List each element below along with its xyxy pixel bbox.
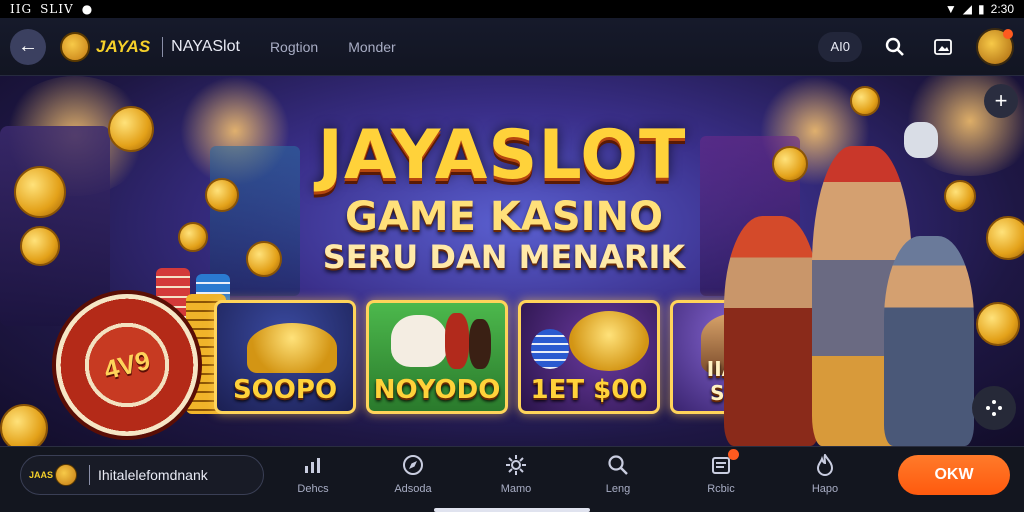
top-app-bar: ← JAYAS NAYASlot Rogtion Monder AI0 (0, 18, 1024, 76)
nav-item-label: Leng (605, 483, 631, 495)
grid-dots-icon (986, 400, 1002, 416)
nav-item-hapo[interactable]: Hapo (790, 453, 860, 495)
gear-icon (504, 453, 528, 477)
bottom-navigation: JAAS Ihitalelefomdnank Dehcs Adsoda Mamo (0, 446, 1024, 512)
app-screen: IIG SLIV ● ▼ ◢ ▮ 2:30 ← JAYAS NAYASlot R… (0, 0, 1024, 512)
image-icon (934, 38, 952, 55)
nav-item-label: Dehcs (297, 483, 329, 495)
nav-item-mamo[interactable]: Mamo (481, 453, 551, 495)
logo-mascot-icon (60, 31, 90, 62)
chip-label: 4V9 (100, 344, 153, 385)
wolf-mascot-icon (904, 122, 938, 158)
search-button[interactable] (880, 32, 910, 62)
status-time: IIG (10, 2, 33, 16)
gold-coin (976, 302, 1020, 346)
nav-item-rcbic[interactable]: Rcbic (686, 449, 756, 495)
profile-avatar[interactable] (976, 27, 1014, 66)
dog-character (391, 315, 447, 367)
gallery-button[interactable] (928, 32, 958, 62)
nav-item-label: Rcbic (707, 483, 735, 495)
home-indicator[interactable] (434, 508, 590, 512)
signal-icon: ◢ (962, 2, 973, 16)
character-figure (469, 319, 491, 369)
add-button[interactable]: + (984, 84, 1018, 118)
mascot-icon (55, 464, 78, 486)
mini-logo-text: JAAS (29, 470, 54, 480)
nav-item-label: Adsoda (394, 483, 432, 495)
header-divider (162, 36, 164, 57)
balance-pill[interactable]: AI0 (818, 31, 862, 62)
hero-banner[interactable]: JAYASLOT GAME KASINO SERU DAN MENARIK 4V… (0, 76, 1024, 446)
search-icon (606, 453, 630, 477)
gold-coin (850, 86, 880, 116)
game-tile[interactable]: SOOPO (214, 300, 356, 414)
chip-stack (531, 329, 569, 369)
flame-icon (813, 453, 837, 477)
nav-item-leng[interactable]: Leng (583, 453, 653, 495)
nav-item-label: Mamo (500, 483, 532, 495)
status-battery: 2:30 (990, 2, 1014, 16)
chart-icon (301, 453, 325, 477)
document-icon (709, 449, 739, 477)
nav-item-label: Hapo (811, 483, 839, 495)
brand-pill-name: Ihitalelefomdnank (98, 467, 208, 483)
soldier-character (884, 236, 974, 446)
back-button[interactable]: ← (10, 28, 46, 65)
primary-cta-button[interactable]: OKW (898, 455, 1010, 495)
battery-icon: ▮ (978, 2, 985, 16)
game-tile[interactable]: 1ET $00 (518, 300, 660, 414)
coin-pile (569, 311, 649, 371)
notification-badge (728, 449, 739, 460)
game-tile-label: 1ET $00 (530, 375, 648, 405)
coin-pile (247, 323, 337, 373)
notification-icon: ● (81, 2, 94, 16)
queen-character (724, 216, 820, 446)
brand-divider (89, 465, 90, 485)
wifi-icon: ▼ (944, 2, 957, 16)
arrow-left-icon: ← (18, 35, 38, 57)
compass-icon (401, 453, 425, 477)
game-tile-label: SOOPO (232, 375, 338, 405)
brand-pill[interactable]: JAAS Ihitalelefomdnank (20, 455, 264, 495)
logo-text[interactable]: JAYAS (96, 37, 150, 57)
nav-item-dehcs[interactable]: Dehcs (278, 453, 348, 495)
plus-icon: + (994, 88, 1008, 113)
gold-coin (0, 404, 48, 446)
nav-link-rogtion[interactable]: Rogtion (270, 39, 318, 55)
status-bar: IIG SLIV ● ▼ ◢ ▮ 2:30 (0, 0, 1024, 18)
mini-logo: JAAS (29, 461, 85, 489)
search-icon (885, 37, 904, 56)
notification-dot (1003, 28, 1013, 39)
game-tile-label: NOYODO (373, 375, 501, 405)
game-tile[interactable]: NOYODO (366, 300, 508, 414)
status-carrier: SLIV (40, 2, 74, 16)
nav-link-monder[interactable]: Monder (348, 39, 395, 55)
brand-name: NAYASlot (171, 37, 240, 55)
floating-action-button[interactable] (972, 386, 1016, 430)
nav-item-adsoda[interactable]: Adsoda (378, 453, 448, 495)
character-figure (445, 313, 469, 369)
